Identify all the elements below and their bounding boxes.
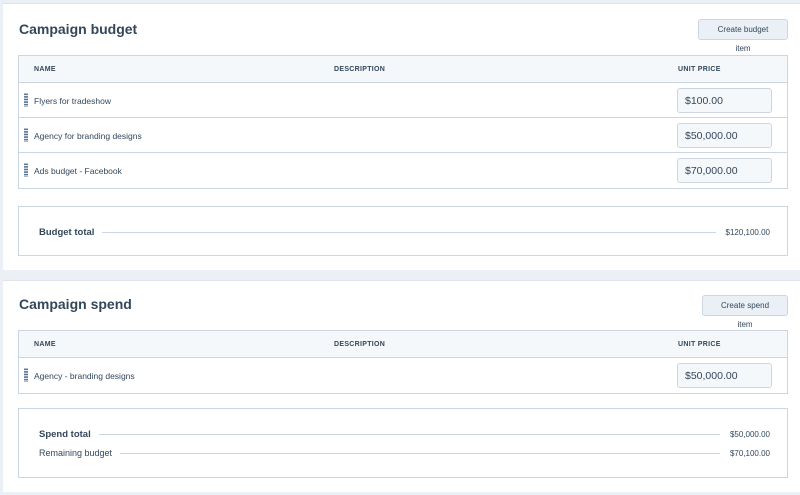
table-row: Agency - branding designs bbox=[19, 358, 787, 393]
unit-price-input[interactable] bbox=[677, 123, 772, 148]
drag-handle-icon[interactable] bbox=[24, 93, 28, 107]
column-header-unit-price[interactable]: UNIT PRICE bbox=[678, 341, 721, 348]
item-name: Agency - branding designs bbox=[34, 371, 135, 381]
item-name: Agency for branding designs bbox=[34, 131, 142, 141]
remaining-budget-line: Remaining budget $70,100.00 bbox=[39, 447, 770, 459]
spend-total-value: $50,000.00 bbox=[729, 429, 770, 439]
campaign-spend-card: Campaign spend Create spend item NAME DE… bbox=[3, 280, 800, 492]
budget-total-value: $120,100.00 bbox=[725, 227, 771, 237]
spend-total-label: Spend total bbox=[39, 428, 91, 440]
spend-table-header: NAME DESCRIPTION UNIT PRICE bbox=[19, 331, 787, 358]
column-header-description[interactable]: DESCRIPTION bbox=[334, 66, 385, 73]
drag-handle-icon[interactable] bbox=[24, 128, 28, 142]
spend-total-line: Spend total $50,000.00 bbox=[39, 428, 770, 440]
item-name: Ads budget - Facebook bbox=[34, 166, 122, 176]
table-row: Agency for branding designs bbox=[19, 118, 787, 153]
column-header-name[interactable]: NAME bbox=[34, 66, 56, 73]
create-spend-item-button[interactable]: Create spend item bbox=[702, 295, 788, 329]
divider bbox=[98, 433, 720, 435]
create-budget-item-button[interactable]: Create budget item bbox=[698, 19, 788, 53]
table-row: Flyers for tradeshow bbox=[19, 83, 787, 118]
spend-summary: Spend total $50,000.00 Remaining budget … bbox=[18, 408, 788, 478]
divider bbox=[102, 231, 716, 233]
drag-handle-icon[interactable] bbox=[24, 368, 28, 382]
item-name: Flyers for tradeshow bbox=[34, 96, 111, 106]
unit-price-input[interactable] bbox=[677, 158, 772, 183]
drag-handle-icon[interactable] bbox=[24, 163, 28, 177]
table-row: Ads budget - Facebook bbox=[19, 153, 787, 188]
remaining-budget-value: $70,100.00 bbox=[729, 448, 770, 458]
budget-summary: Budget total $120,100.00 bbox=[18, 206, 788, 256]
budget-total-line: Budget total $120,100.00 bbox=[39, 226, 770, 238]
unit-price-input[interactable] bbox=[677, 363, 772, 388]
budget-items-table: NAME DESCRIPTION UNIT PRICE Flyers for t… bbox=[18, 55, 788, 189]
column-header-unit-price[interactable]: UNIT PRICE bbox=[678, 66, 721, 73]
campaign-budget-title: Campaign budget bbox=[19, 21, 138, 37]
divider bbox=[120, 452, 720, 454]
column-header-description[interactable]: DESCRIPTION bbox=[334, 341, 385, 348]
unit-price-input[interactable] bbox=[677, 88, 772, 113]
column-header-name[interactable]: NAME bbox=[34, 341, 56, 348]
budget-total-label: Budget total bbox=[39, 226, 95, 238]
spend-items-table: NAME DESCRIPTION UNIT PRICE Agency - bra… bbox=[18, 330, 788, 394]
budget-table-header: NAME DESCRIPTION UNIT PRICE bbox=[19, 56, 787, 83]
campaign-budget-card: Campaign budget Create budget item NAME … bbox=[3, 3, 800, 270]
remaining-budget-label: Remaining budget bbox=[39, 448, 113, 458]
campaign-spend-title: Campaign spend bbox=[19, 296, 132, 312]
